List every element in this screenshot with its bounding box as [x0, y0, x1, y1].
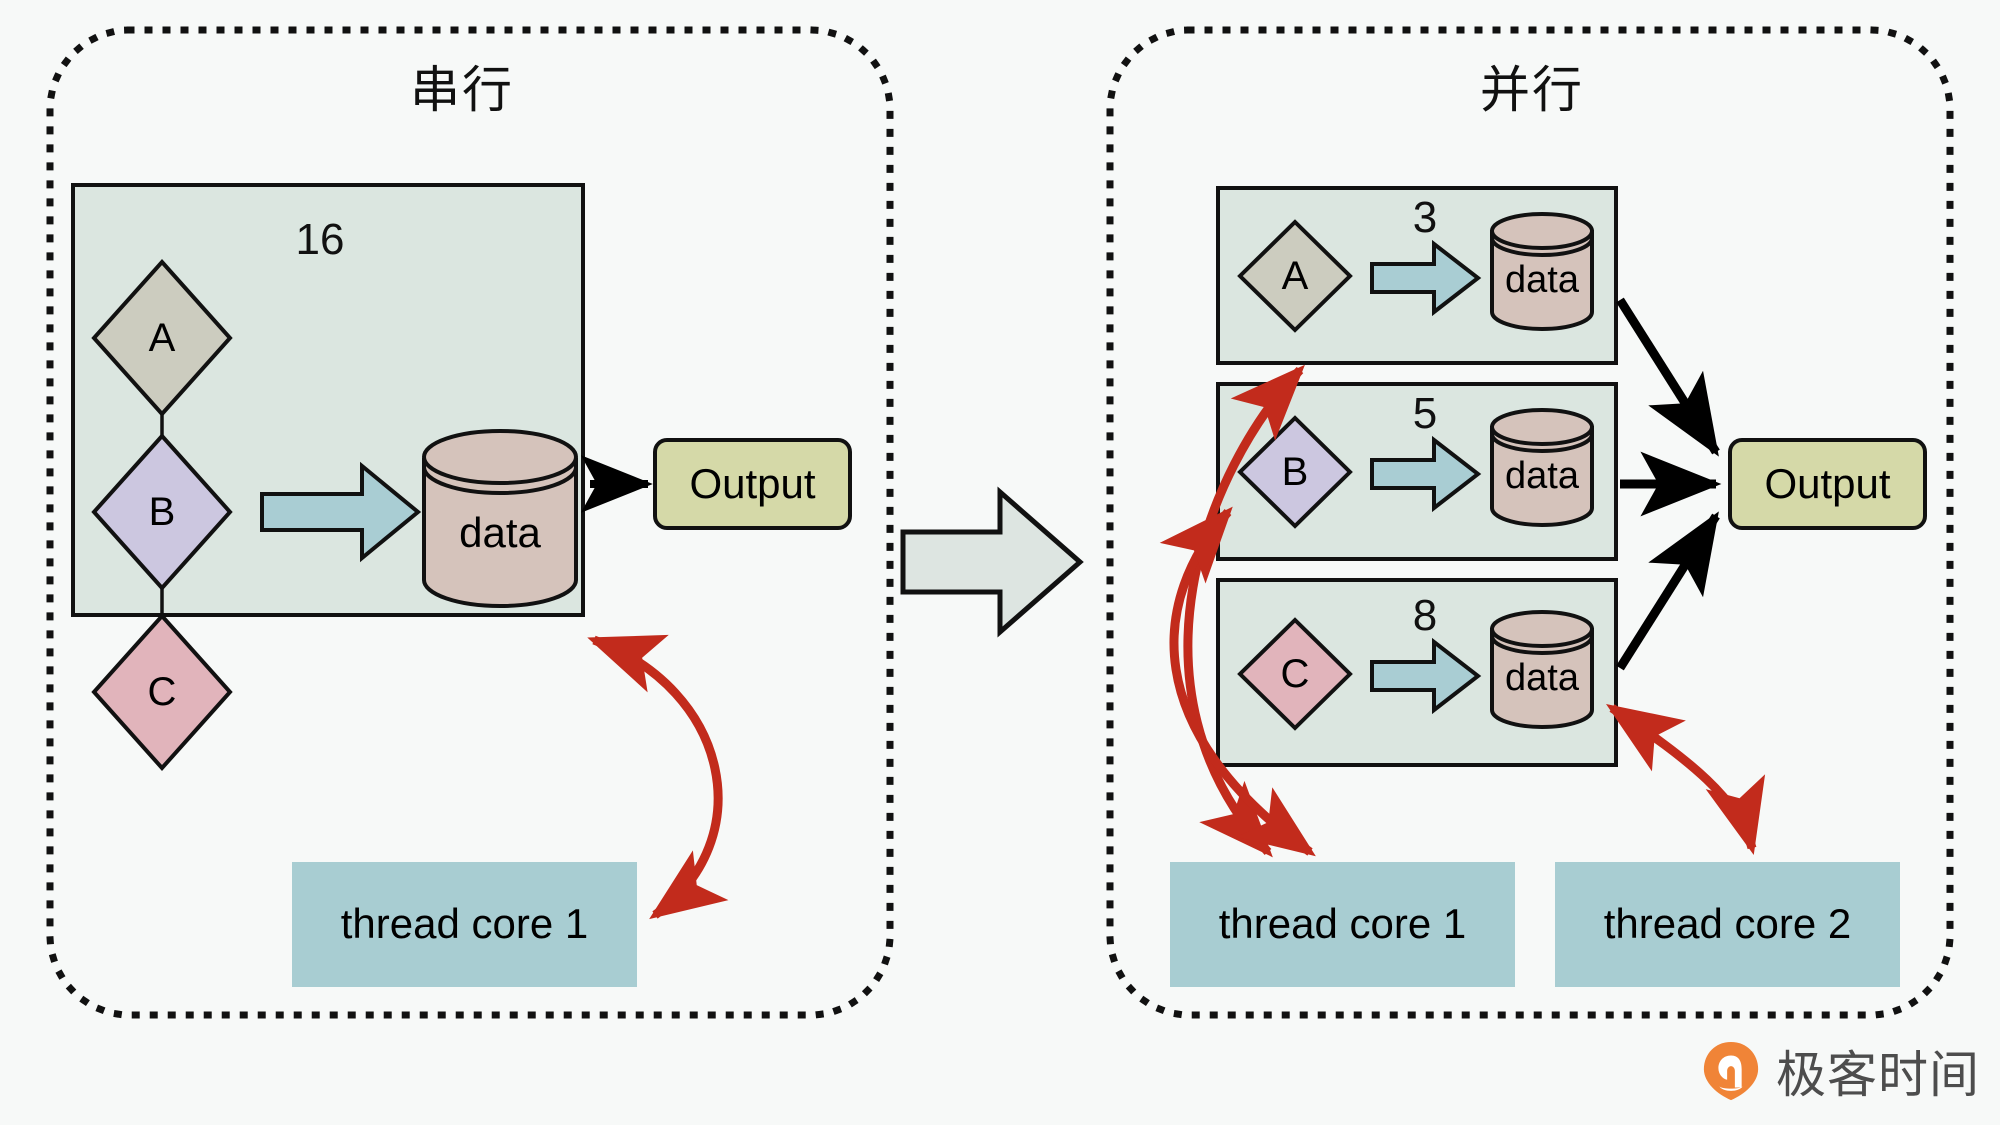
serial-count-label: 16 — [295, 215, 345, 264]
diagram-canvas: 串行 并行 16 A B C data Output thread core 1… — [0, 0, 2000, 1125]
watermark-text: 极客时间 — [1776, 1046, 1980, 1104]
parallel-core-1-label: thread core 1 — [1218, 900, 1467, 947]
parallel-count-a: 3 — [1412, 193, 1438, 242]
serial-panel-title: 串行 — [410, 61, 514, 119]
geektime-logo-icon — [1700, 1040, 1762, 1102]
parallel-output-label: Output — [1764, 460, 1891, 507]
parallel-data-label-b: data — [1505, 454, 1579, 497]
parallel-core-2-label: thread core 2 — [1603, 900, 1852, 947]
watermark: 极客时间 — [1700, 1035, 1980, 1107]
parallel-count-c: 8 — [1412, 591, 1438, 640]
parallel-data-label-c: data — [1505, 656, 1579, 699]
diagram-svg — [0, 0, 2000, 1125]
serial-data-label: data — [459, 509, 541, 556]
parallel-panel-title: 并行 — [1480, 61, 1584, 119]
parallel-data-label-a: data — [1505, 258, 1579, 301]
parallel-count-b: 5 — [1412, 389, 1438, 438]
serial-core-1-label: thread core 1 — [340, 900, 589, 947]
serial-output-label: Output — [689, 460, 816, 507]
